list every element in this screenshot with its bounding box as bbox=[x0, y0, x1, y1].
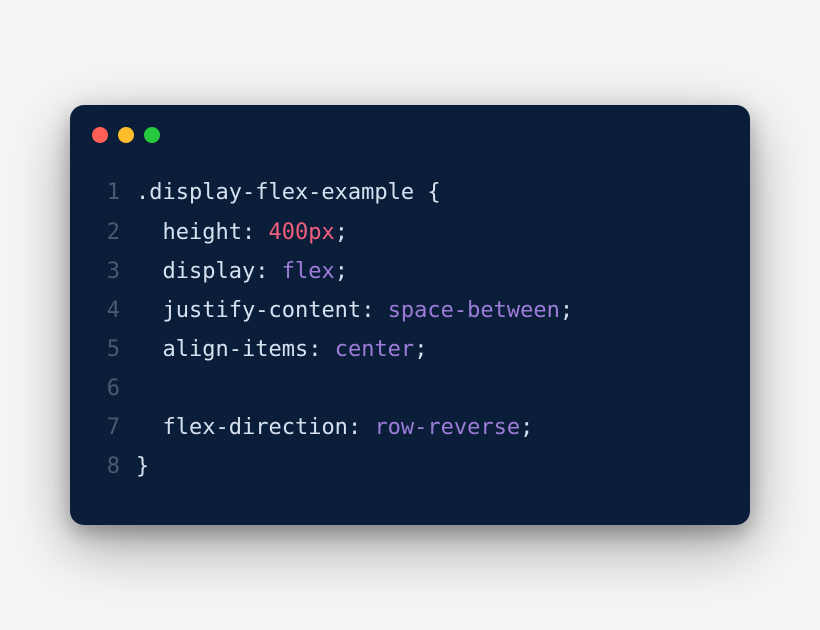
code-line: 5 align-items: center; bbox=[98, 330, 722, 369]
close-icon[interactable] bbox=[92, 127, 108, 143]
code-token: align-items bbox=[163, 337, 309, 362]
line-content bbox=[136, 369, 722, 408]
code-token bbox=[136, 415, 163, 440]
code-token: space-between bbox=[388, 298, 560, 323]
line-content: height: 400px; bbox=[136, 213, 722, 252]
code-token bbox=[136, 220, 163, 245]
minimize-icon[interactable] bbox=[118, 127, 134, 143]
line-number: 6 bbox=[98, 369, 136, 408]
code-line: 6 bbox=[98, 369, 722, 408]
line-number: 4 bbox=[98, 291, 136, 330]
code-token: 400px bbox=[268, 220, 334, 245]
code-token: flex-direction bbox=[163, 415, 348, 440]
code-line: 1.display-flex-example { bbox=[98, 173, 722, 212]
code-token: display bbox=[163, 259, 256, 284]
line-number: 5 bbox=[98, 330, 136, 369]
line-content: flex-direction: row-reverse; bbox=[136, 408, 722, 447]
code-line: 8} bbox=[98, 447, 722, 486]
code-token: justify-content bbox=[163, 298, 362, 323]
code-token: ; bbox=[520, 415, 533, 440]
code-token bbox=[136, 259, 163, 284]
code-token: height bbox=[163, 220, 242, 245]
code-token: { bbox=[427, 180, 440, 205]
code-line: 3 display: flex; bbox=[98, 252, 722, 291]
code-token: flex bbox=[282, 259, 335, 284]
line-content: justify-content: space-between; bbox=[136, 291, 722, 330]
code-line: 4 justify-content: space-between; bbox=[98, 291, 722, 330]
line-number: 1 bbox=[98, 173, 136, 212]
code-token: ; bbox=[335, 259, 348, 284]
code-token: .display-flex-example bbox=[136, 180, 427, 205]
code-token: center bbox=[335, 337, 414, 362]
window-titlebar bbox=[70, 105, 750, 153]
code-token: : bbox=[308, 337, 335, 362]
line-number: 8 bbox=[98, 447, 136, 486]
code-token: : bbox=[255, 259, 282, 284]
line-number: 3 bbox=[98, 252, 136, 291]
code-token: ; bbox=[335, 220, 348, 245]
line-content: .display-flex-example { bbox=[136, 173, 722, 212]
line-content: display: flex; bbox=[136, 252, 722, 291]
maximize-icon[interactable] bbox=[144, 127, 160, 143]
code-token: } bbox=[136, 454, 149, 479]
code-token bbox=[136, 298, 163, 323]
line-number: 7 bbox=[98, 408, 136, 447]
code-line: 7 flex-direction: row-reverse; bbox=[98, 408, 722, 447]
code-token: row-reverse bbox=[374, 415, 520, 440]
code-token: ; bbox=[560, 298, 573, 323]
code-window: 1.display-flex-example {2 height: 400px;… bbox=[70, 105, 750, 524]
code-block: 1.display-flex-example {2 height: 400px;… bbox=[70, 153, 750, 496]
code-token: : bbox=[361, 298, 388, 323]
line-content: align-items: center; bbox=[136, 330, 722, 369]
code-token: : bbox=[242, 220, 269, 245]
code-token: ; bbox=[414, 337, 427, 362]
code-token: : bbox=[348, 415, 375, 440]
line-number: 2 bbox=[98, 213, 136, 252]
code-token bbox=[136, 337, 163, 362]
code-line: 2 height: 400px; bbox=[98, 213, 722, 252]
line-content: } bbox=[136, 447, 722, 486]
